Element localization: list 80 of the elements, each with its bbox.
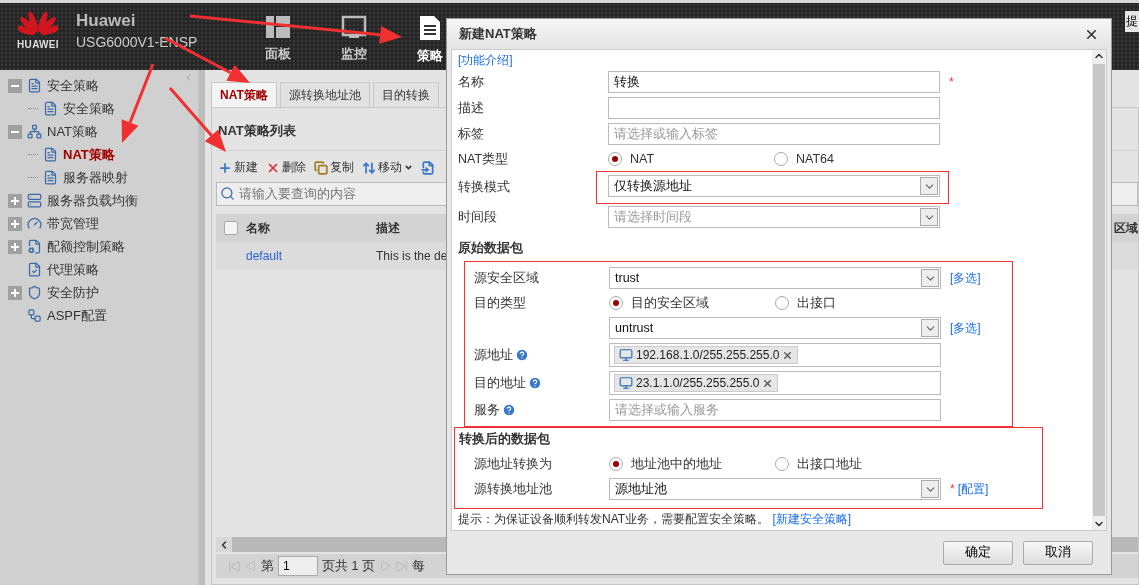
address-tag: 23.1.1.0/255.255.255.0 bbox=[614, 374, 779, 392]
field-label: 目的地址 bbox=[474, 374, 526, 392]
toolbar-button[interactable]: 删除 bbox=[266, 159, 306, 176]
tree-item[interactable]: 安全防护 bbox=[8, 281, 198, 304]
brand-name: HUAWEI bbox=[17, 39, 59, 50]
address-field[interactable]: 23.1.1.0/255.255.255.0 bbox=[609, 371, 941, 395]
dialog-title: 新建NAT策略 bbox=[459, 25, 537, 43]
link[interactable]: [配置] bbox=[957, 480, 989, 498]
pager-label: 每 bbox=[411, 557, 425, 575]
link[interactable]: [多选] bbox=[950, 269, 981, 287]
tree-item[interactable]: 安全策略 bbox=[8, 97, 198, 120]
radio-label: 出接口地址 bbox=[797, 455, 862, 473]
radio-option[interactable]: NAT64 bbox=[774, 152, 940, 166]
tab[interactable]: 目的转换 bbox=[372, 82, 439, 107]
text-field[interactable]: 转换 bbox=[608, 71, 940, 93]
required-mark: * bbox=[950, 482, 955, 496]
toolbar-button[interactable]: 新建 bbox=[218, 159, 258, 176]
field-label: NAT类型 bbox=[458, 150, 509, 168]
nav-item[interactable]: 监控 bbox=[316, 3, 392, 67]
radio-option[interactable]: 出接口地址 bbox=[775, 455, 941, 473]
field-label: 源转换地址池 bbox=[474, 480, 552, 498]
radio-label: NAT bbox=[630, 152, 655, 166]
field-label: 转换模式 bbox=[458, 179, 510, 196]
field-label: 源地址转换为 bbox=[474, 455, 552, 473]
table-cell: This is the de bbox=[376, 249, 448, 263]
tree-item[interactable]: 服务器负载均衡 bbox=[8, 189, 198, 212]
field-label: 源安全区域 bbox=[474, 269, 539, 287]
tab[interactable]: 源转换地址池 bbox=[279, 82, 370, 107]
radio-label: 出接口 bbox=[797, 294, 836, 312]
tab[interactable]: NAT策略 bbox=[211, 82, 277, 107]
field-label: 源地址 bbox=[474, 346, 513, 364]
tree-item[interactable]: ASPF配置 bbox=[8, 304, 198, 327]
pager-label: 第 bbox=[261, 557, 274, 575]
radio-label: 地址池中的地址 bbox=[631, 455, 722, 473]
tree-item[interactable]: 带宽管理 bbox=[8, 212, 198, 235]
pager-label: 页共 1 页 bbox=[322, 557, 375, 575]
section-title: 原始数据包 bbox=[458, 240, 524, 257]
column-header: 区域 bbox=[1114, 219, 1138, 237]
tree-item[interactable]: 安全策略 bbox=[8, 74, 198, 97]
header-button[interactable]: 提 bbox=[1125, 11, 1139, 32]
field-label: 时间段 bbox=[458, 208, 497, 226]
text-field[interactable]: 请选择或输入服务 bbox=[609, 399, 941, 421]
field-label: 目的类型 bbox=[474, 294, 526, 312]
link[interactable]: [多选] bbox=[950, 319, 981, 337]
dropdown-field[interactable]: 仅转换源地址 bbox=[608, 175, 940, 197]
radio-option[interactable]: 目的安全区域 bbox=[609, 294, 775, 312]
radio-option[interactable]: NAT bbox=[608, 152, 774, 166]
dropdown-field[interactable]: untrust bbox=[609, 317, 941, 339]
address-field[interactable]: 192.168.1.0/255.255.255.0 bbox=[609, 343, 941, 367]
section-title: 转换后的数据包 bbox=[459, 431, 551, 448]
toolbar-button[interactable]: 移动 bbox=[362, 159, 413, 176]
dialog-button[interactable]: 确定 bbox=[943, 540, 1013, 565]
address-tag: 192.168.1.0/255.255.255.0 bbox=[614, 346, 799, 364]
radio-label: NAT64 bbox=[796, 152, 834, 166]
text-field[interactable]: 请选择或输入标签 bbox=[608, 123, 940, 145]
tree-item[interactable]: 配额控制策略 bbox=[8, 235, 198, 258]
column-header: 名称 bbox=[246, 219, 271, 237]
tree-item[interactable]: 代理策略 bbox=[8, 258, 198, 281]
field-label: 服务 bbox=[474, 401, 500, 419]
toolbar-button[interactable]: 复制 bbox=[314, 159, 354, 176]
radio-label: 目的安全区域 bbox=[631, 294, 709, 312]
product-title: Huawei bbox=[76, 11, 137, 31]
radio-option[interactable]: 出接口 bbox=[775, 294, 941, 312]
dialog-button[interactable]: 取消 bbox=[1023, 540, 1093, 565]
new-policy-link[interactable]: [新建安全策略] bbox=[772, 512, 852, 526]
tree-item[interactable]: NAT策略 bbox=[8, 143, 198, 166]
tree-item[interactable]: NAT策略 bbox=[8, 120, 198, 143]
nav-item[interactable]: 面板 bbox=[240, 3, 316, 67]
dropdown-field[interactable]: trust bbox=[609, 267, 941, 289]
page-field[interactable]: 1 bbox=[278, 556, 318, 576]
required-mark: * bbox=[949, 75, 954, 89]
help-link[interactable]: [功能介绍] bbox=[458, 53, 513, 67]
dropdown-field[interactable]: 源地址池 bbox=[609, 478, 941, 500]
hint-text: 提示：为保证设备顺利转发NAT业务，需要配置安全策略。 [新建安全策略] bbox=[458, 511, 853, 528]
column-header: 描述 bbox=[376, 219, 400, 237]
radio-option[interactable]: 地址池中的地址 bbox=[609, 455, 775, 473]
field-label: 标签 bbox=[458, 125, 484, 143]
policy-name-link[interactable]: default bbox=[246, 249, 368, 263]
field-label: 名称 bbox=[458, 73, 484, 91]
tree-item[interactable]: 服务器映射 bbox=[8, 166, 198, 189]
